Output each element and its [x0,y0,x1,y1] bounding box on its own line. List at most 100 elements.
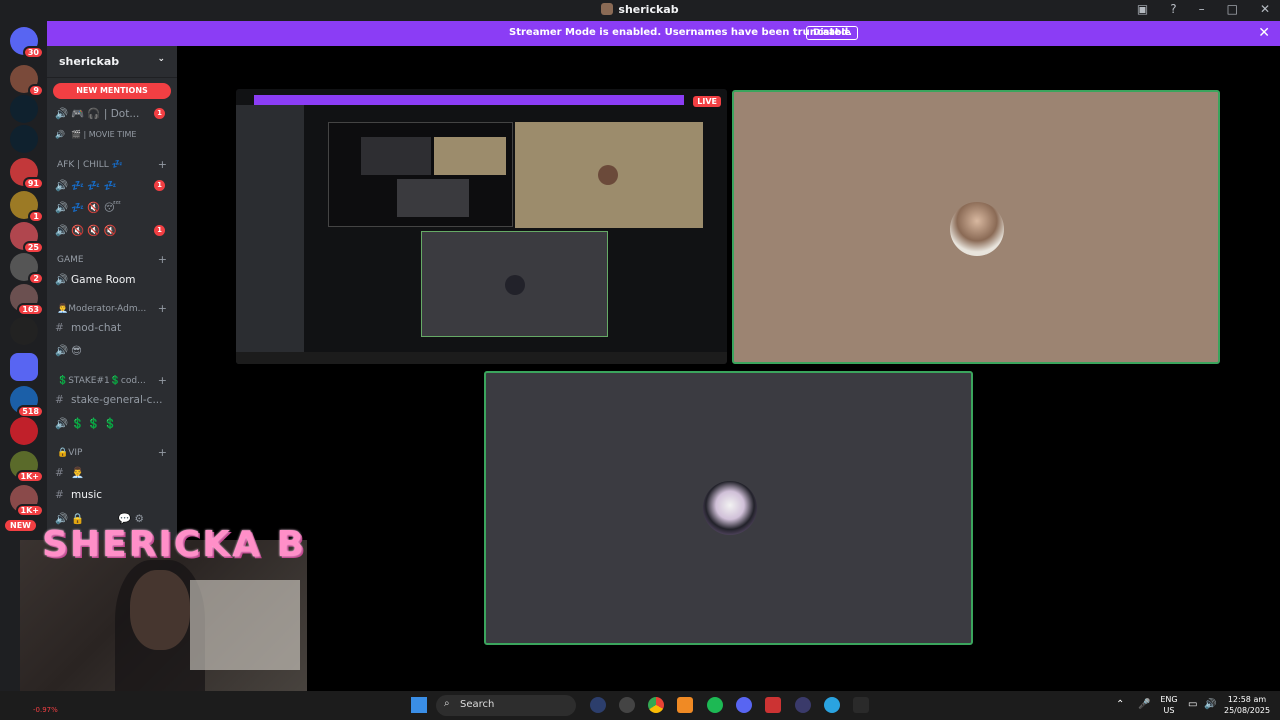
channel-label: mod-chat [71,322,122,334]
server-icon[interactable]: 2 [10,253,44,285]
screen-share-tile[interactable]: LIVE [236,89,727,364]
guild-header[interactable]: sherickab ⌄ [47,46,177,78]
text-channel-music[interactable]: # music [55,489,102,501]
hash-icon: # [55,467,64,479]
category-header[interactable]: 🔒VIP [57,448,82,458]
participant-tile[interactable] [484,371,973,645]
voice-channel[interactable]: 🔊 💤 💤 💤 [55,179,117,192]
window-title: sherickab [618,3,679,16]
server-icon[interactable]: 9 [10,65,44,97]
participant-avatar [950,202,1004,256]
spotify-icon[interactable] [707,697,723,713]
voice-channel[interactable]: 🔊 🔇 🔇 🔇 [55,224,117,237]
server-icon[interactable]: 163 [10,284,44,316]
region-label: US [1163,706,1175,715]
add-channel-icon[interactable]: + [158,253,167,266]
live-badge: LIVE [693,96,721,107]
microphone-icon[interactable]: 🎤 [1138,699,1150,710]
streamer-mode-banner: Streamer Mode is enabled. Usernames have… [47,21,1280,46]
chrome-icon[interactable] [648,697,664,713]
app-icon[interactable] [590,697,606,713]
server-badge: 30 [22,46,44,59]
new-mentions-pill[interactable]: NEW MENTIONS [53,83,171,99]
voice-channel[interactable]: 🔊 🎮 🎧 | Dot... [55,107,139,120]
voice-channel[interactable]: 🔊 💤 🔇 😴 [55,201,121,214]
server-icon[interactable]: 518 [10,386,44,418]
voice-channel-game-room[interactable]: 🔊 Game Room [55,273,136,286]
disable-button[interactable]: Disable [806,26,858,40]
participant-tile[interactable] [732,90,1220,364]
category-header[interactable]: 💲STAKE#1💲cod... [57,376,146,386]
text-channel[interactable]: # 👨‍💼 [55,466,84,479]
voice-channel[interactable]: 🔊 💲 💲 💲 [55,417,117,430]
speaker-icon: 🔊 [55,225,69,237]
server-icon-stake[interactable] [10,95,38,123]
telegram-icon[interactable] [824,697,840,713]
discord-icon[interactable] [736,697,752,713]
speaker-icon: 🔊 [55,108,69,120]
nested-avatar [505,275,525,295]
server-icon-stake[interactable] [10,125,38,153]
new-badge: NEW [5,520,36,531]
maximize-button[interactable]: □ [1227,2,1238,16]
server-icon[interactable]: 1K+ [10,451,44,483]
inbox-icon[interactable]: ▣ [1137,2,1148,16]
add-channel-icon[interactable]: + [158,446,167,459]
add-channel-icon[interactable]: + [158,302,167,315]
lang-label: ENG [1160,695,1178,704]
server-icon[interactable]: 25 [10,222,44,254]
nested-tile [434,137,506,175]
tray-chevron-icon[interactable]: ⌃ [1116,699,1124,710]
add-channel-icon[interactable]: + [158,374,167,387]
unread-badge: 1 [154,225,165,236]
category-header[interactable]: GAME [57,255,84,265]
window-controls: ▣ ? – □ ✕ [1137,2,1270,16]
server-icon[interactable]: 1 [10,191,44,223]
time-label: 12:58 am [1227,695,1267,704]
server-icon[interactable]: 1K+ [10,485,44,517]
channel-label: 😎 [71,345,82,357]
text-channel-stake-general[interactable]: # stake-general-c... [55,394,162,406]
close-button[interactable]: ✕ [1260,2,1270,16]
text-channel-mod-chat[interactable]: # mod-chat [55,322,121,334]
taskbar-search[interactable]: ⌕ Search [436,695,576,716]
server-badge: 518 [17,405,44,418]
folder-icon[interactable] [10,353,38,381]
app-icon[interactable] [853,697,869,713]
banner-message: Streamer Mode is enabled. Usernames have… [509,27,853,38]
server-icon[interactable] [10,417,38,445]
channel-label: 💤 💤 💤 [71,180,117,192]
help-icon[interactable]: ? [1170,2,1176,16]
voice-channel[interactable]: 🔊 😎 [55,344,82,357]
app-icon[interactable] [795,697,811,713]
category-header[interactable]: AFK | CHILL 💤 [57,160,123,170]
guild-name: sherickab [59,55,120,68]
windows-start-icon[interactable] [411,697,427,713]
date-label: 25/08/2025 [1224,706,1271,715]
background-bed [190,580,300,670]
app-icon[interactable] [765,697,781,713]
app-icon[interactable] [619,697,635,713]
minimize-button[interactable]: – [1199,2,1205,16]
search-label: Search [460,699,495,710]
app-icon[interactable] [677,697,693,713]
server-badge: 25 [22,241,44,254]
category-header[interactable]: 👨‍💼Moderator-Adm... [57,304,146,314]
server-icon[interactable] [10,317,38,345]
network-icon[interactable]: ▭ [1188,699,1197,710]
add-channel-icon[interactable]: + [158,158,167,171]
clock[interactable]: 12:58 am 25/08/2025 [1224,694,1270,716]
channel-label: music [71,489,103,501]
close-banner-icon[interactable]: ✕ [1258,25,1270,41]
server-icon[interactable]: 91 [10,158,44,190]
server-badge: 163 [17,303,44,316]
speaker-icon: 🔊 [55,130,65,139]
window-title-wrap: sherickab [0,3,1280,16]
volume-icon[interactable]: 🔊 [1204,699,1216,710]
title-bar: sherickab ▣ ? – □ ✕ [0,0,1280,21]
speaker-icon: 🔊 [55,345,69,357]
voice-channel[interactable]: 🔊 🎬 | MOVIE TIME [55,130,136,139]
nested-tile [515,122,703,228]
language-indicator[interactable]: ENG US [1158,694,1180,716]
server-icon-home[interactable]: 30 [10,27,44,59]
